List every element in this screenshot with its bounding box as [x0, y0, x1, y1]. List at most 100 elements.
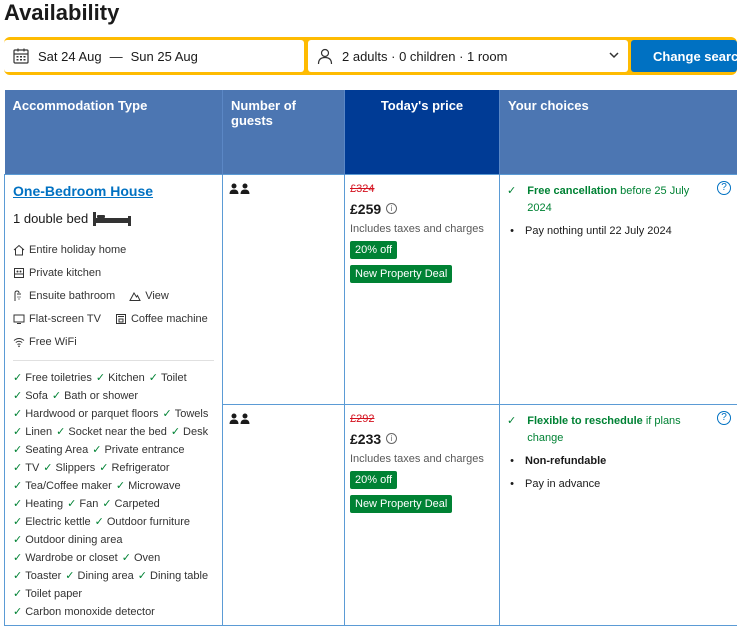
check-icon: ✓: [92, 443, 102, 456]
check-icon: ✓: [13, 479, 23, 492]
includes-taxes: Includes taxes and charges: [350, 222, 484, 235]
two-guests-icon: [229, 413, 251, 425]
amenity-item: ✓ Seating Area: [13, 444, 88, 456]
amenity-item: ✓ Toilet: [149, 372, 187, 384]
header-accommodation-type: Accommodation Type: [4, 90, 223, 174]
amenity-row: ✓ Free toiletries ✓ Kitchen ✓ Toilet: [13, 369, 218, 387]
check-icon: ✓: [13, 461, 23, 474]
check-icon: ✓: [94, 515, 104, 528]
discount-badge: 20% off: [350, 470, 398, 489]
amenity-item: ✓ Private entrance: [92, 444, 184, 456]
amenity-item: ✓ Outdoor furniture: [95, 516, 190, 528]
amenity-label: Outdoor dining area: [25, 533, 123, 546]
bed-icon: [92, 211, 132, 227]
guest-count-cell: [222, 173, 345, 405]
facility-label: Entire holiday home: [29, 244, 127, 256]
tv-icon: [13, 313, 25, 325]
amenity-label: Private entrance: [104, 443, 185, 456]
check-icon: ✓: [13, 605, 23, 618]
amenity-item: ✓ Slippers: [43, 462, 95, 474]
original-price: £292: [350, 412, 375, 425]
amenity-row: ✓ Seating Area ✓ Private entrance: [13, 441, 218, 459]
check-icon: ✓: [13, 425, 23, 438]
check-icon: ✓: [13, 533, 23, 546]
amenity-item: ✓ Toaster: [13, 570, 61, 582]
amenity-label: Socket near the bed: [68, 425, 167, 438]
current-price: £259 i: [350, 201, 494, 217]
info-icon[interactable]: i: [386, 433, 398, 444]
facility-wifi: Free WiFi: [13, 331, 218, 354]
guest-selector[interactable]: 2 adults · 0 children · 1 room: [308, 40, 628, 72]
wifi-icon: [13, 336, 25, 348]
help-icon[interactable]: ?: [717, 180, 731, 195]
info-icon[interactable]: i: [386, 203, 398, 214]
change-search-button[interactable]: Change search: [631, 40, 737, 72]
amenity-item: ✓ Hardwood or parquet floors: [13, 408, 159, 420]
room-cell: One-Bedroom House 1 double bed Entire ho…: [4, 173, 223, 626]
check-icon: ✓: [115, 479, 126, 492]
amenity-row: ✓ Carbon monoxide detector: [13, 603, 218, 621]
date-picker[interactable]: Sat 24 Aug — Sun 25 Aug: [4, 40, 304, 72]
choice-pay-advance: • Pay in advance: [507, 476, 730, 493]
amenity-row: ✓ Electric kettle ✓ Outdoor furniture: [13, 513, 218, 531]
facility-label: Free WiFi: [29, 336, 77, 348]
bullet-icon: •: [510, 477, 514, 490]
choices-cell: ? ✓ Flexible to reschedule if plans chan…: [499, 403, 737, 626]
amenity-label: Sofa: [25, 389, 48, 402]
facility-label: Flat-screen TV: [29, 313, 101, 325]
person-icon: [316, 47, 334, 65]
amenity-label: TV: [25, 461, 40, 474]
choice-title: Flexible to reschedule: [527, 414, 643, 427]
guest-summary: 2 adults · 0 children · 1 room: [342, 48, 508, 64]
deal-badge: New Property Deal: [350, 494, 453, 513]
amenity-label: Fan: [79, 497, 99, 510]
amenity-label: Towels: [174, 407, 209, 420]
check-icon: ✓: [13, 443, 23, 456]
help-icon[interactable]: ?: [717, 410, 731, 425]
choices-cell: ? ✓ Free cancellation before 25 July 202…: [499, 173, 737, 405]
amenity-label: Kitchen: [108, 371, 145, 384]
check-icon: ✓: [56, 425, 66, 438]
calendar-icon: [12, 47, 30, 65]
amenity-row: ✓ Linen ✓ Socket near the bed ✓ Desk: [13, 423, 218, 441]
facility-bathroom: Ensuite bathroom: [13, 285, 115, 308]
amenity-label: Tea/Coffee maker: [25, 479, 112, 492]
facility-label: Coffee machine: [130, 313, 208, 325]
check-icon: ✓: [507, 184, 517, 197]
amenity-item: ✓ Desk: [171, 426, 208, 438]
amenity-row: ✓ Tea/Coffee maker ✓ Microwave: [13, 477, 218, 495]
choice-flexible: ✓ Flexible to reschedule if plans change: [507, 413, 730, 447]
amenity-row: ✓ Outdoor dining area: [13, 531, 218, 549]
amenity-row: ✓ Hardwood or parquet floors ✓ Towels: [13, 405, 218, 423]
original-price: £324: [350, 182, 375, 195]
choice-text: Pay in advance: [525, 477, 601, 490]
choice-text: Non-refundable: [525, 454, 607, 467]
room-name-link[interactable]: One-Bedroom House: [13, 183, 218, 199]
amenity-item: ✓ Sofa: [13, 390, 48, 402]
header-your-choices: Your choices: [499, 90, 737, 174]
bed-info: 1 double bed: [13, 211, 218, 227]
deal-badge: New Property Deal: [350, 264, 453, 283]
check-icon: ✓: [13, 407, 23, 420]
amenity-item: ✓ Kitchen: [96, 372, 145, 384]
check-icon: ✓: [162, 407, 172, 420]
check-icon: ✓: [65, 569, 75, 582]
amenity-label: Wardrobe or closet: [25, 551, 118, 564]
includes-taxes: Includes taxes and charges: [350, 452, 484, 465]
amenity-label: Dining table: [150, 569, 209, 582]
amenity-row: ✓ Toaster ✓ Dining area ✓ Dining table: [13, 567, 218, 585]
date-separator: —: [109, 48, 123, 64]
price-value: £259: [350, 200, 382, 217]
check-icon: ✓: [99, 461, 109, 474]
check-icon: ✓: [13, 389, 23, 402]
facility-holiday-home: Entire holiday home: [13, 239, 218, 262]
chevron-down-icon: [608, 49, 620, 61]
amenity-item: ✓ Dining table: [138, 570, 208, 582]
amenity-label: Slippers: [55, 461, 96, 474]
amenity-label: Refrigerator: [111, 461, 170, 474]
amenity-row: ✓ Heating ✓ Fan ✓ Carpeted: [13, 495, 218, 513]
amenity-item: ✓ Linen: [13, 426, 52, 438]
bullet-icon: •: [510, 224, 514, 237]
amenity-item: ✓ Tea/Coffee maker: [13, 480, 112, 492]
amenity-item: ✓ Free toiletries: [13, 372, 92, 384]
